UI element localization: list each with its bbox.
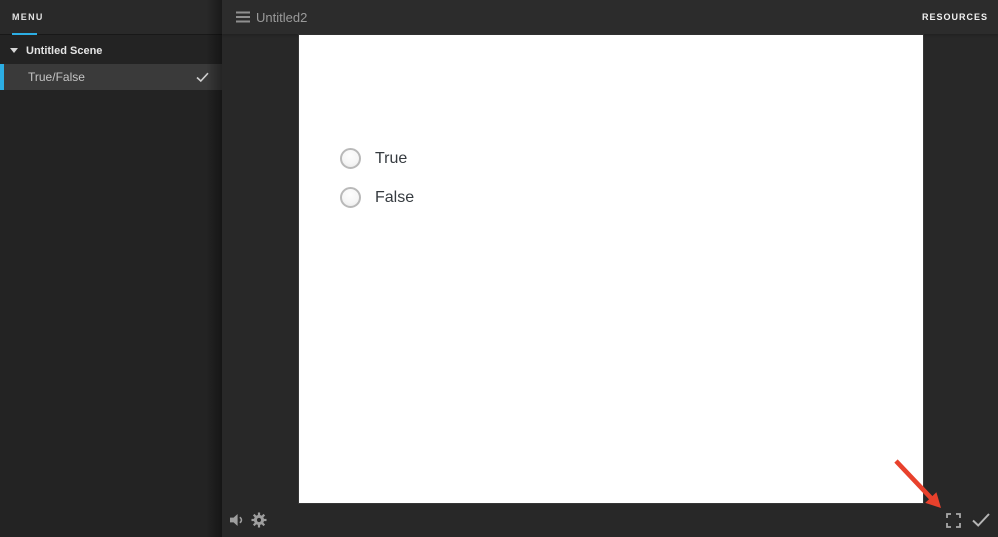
chevron-down-icon xyxy=(10,48,18,53)
hamburger-menu-icon[interactable] xyxy=(236,11,250,23)
project-title: Untitled2 xyxy=(256,10,308,25)
submit-check-icon[interactable] xyxy=(972,513,990,527)
scene-label: Untitled Scene xyxy=(26,44,103,57)
answer-option-false[interactable]: False xyxy=(340,187,414,208)
radio-button-icon[interactable] xyxy=(340,148,361,169)
sidebar: MENU Untitled Scene True/False xyxy=(0,0,222,537)
answer-option-label: False xyxy=(375,188,415,206)
sidebar-scene-row[interactable]: Untitled Scene xyxy=(0,37,222,64)
menu-tab-indicator xyxy=(12,33,37,35)
check-icon xyxy=(196,72,209,83)
resources-button[interactable]: RESOURCES xyxy=(922,12,988,22)
answer-option-true[interactable]: True xyxy=(340,148,407,169)
menu-tab-label[interactable]: MENU xyxy=(12,12,44,22)
volume-icon[interactable] xyxy=(229,513,245,527)
sidebar-item-true-false[interactable]: True/False xyxy=(0,64,222,90)
fullscreen-icon[interactable] xyxy=(946,513,961,528)
answer-option-label: True xyxy=(375,149,408,167)
radio-button-icon[interactable] xyxy=(340,187,361,208)
slide-label: True/False xyxy=(28,70,85,84)
slide-stage: True False xyxy=(299,35,923,503)
gear-icon[interactable] xyxy=(251,512,267,528)
player-topbar: Untitled2 xyxy=(222,0,998,34)
sidebar-menu-header: MENU xyxy=(0,0,222,35)
